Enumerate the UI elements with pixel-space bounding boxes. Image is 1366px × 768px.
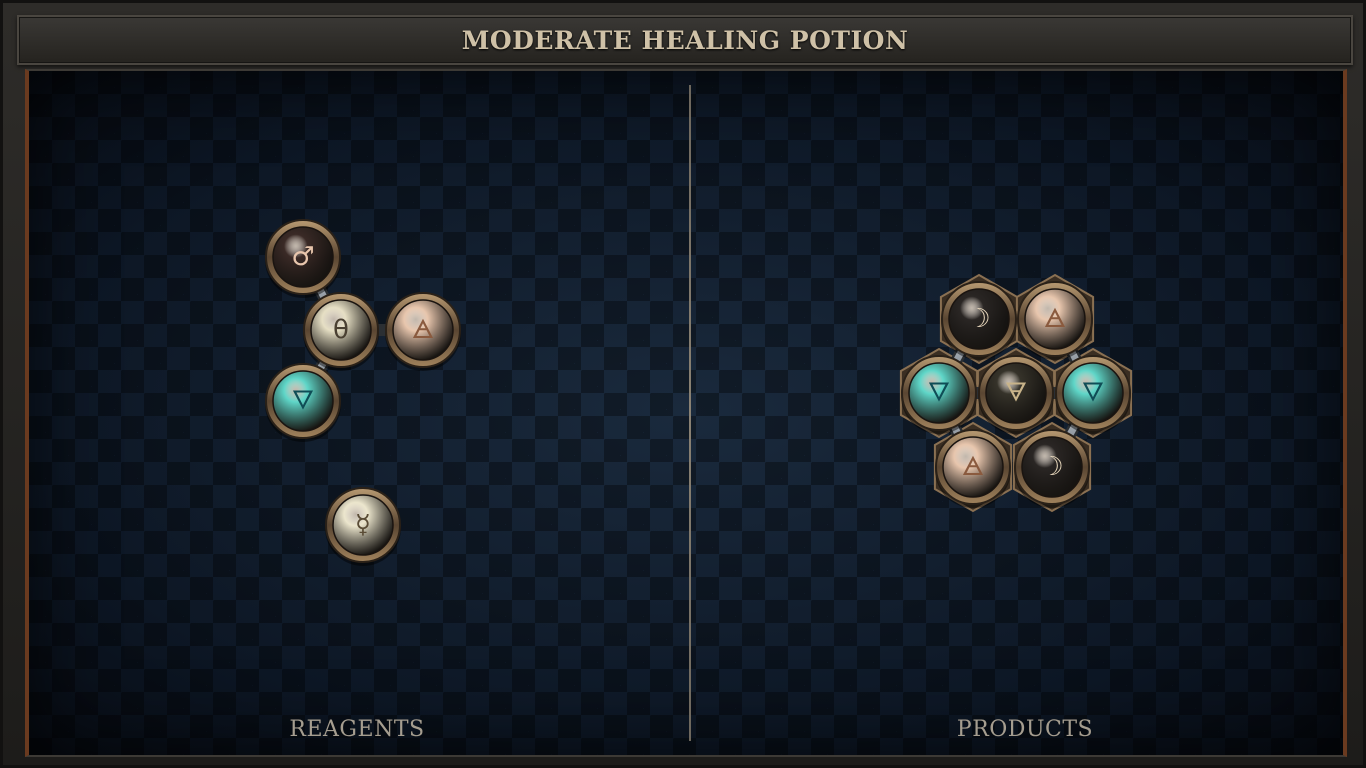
- title-bar: MODERATE HEALING POTION: [17, 15, 1353, 65]
- product-atom-air[interactable]: 🜁: [935, 429, 1011, 508]
- product-atom-silver[interactable]: ☽: [1014, 429, 1090, 508]
- air-symbol-icon: 🜁: [1044, 304, 1067, 334]
- reagent-atom-salt[interactable]: θ: [303, 292, 379, 371]
- silver-symbol-icon: ☽: [1040, 452, 1063, 482]
- product-atom-water[interactable]: 🜄: [1055, 355, 1131, 434]
- product-atom-earth[interactable]: 🜃: [978, 355, 1054, 434]
- product-atom-water[interactable]: 🜄: [901, 355, 977, 434]
- quicksilver-symbol-icon: ☿: [355, 510, 371, 540]
- water-symbol-icon: 🜄: [928, 378, 951, 408]
- recipe-panel: ♂ θ 🜁 🜄 ☿ ☽ 🜁 🜄 🜃 🜄 🜁 ☽ REAGENTS PRODUCTS: [25, 69, 1347, 757]
- molecule-canvas: ♂ θ 🜁 🜄 ☿ ☽ 🜁 🜄 🜃 🜄 🜁 ☽: [265, 219, 1133, 566]
- reagent-atom-air[interactable]: 🜁: [385, 292, 461, 371]
- earth-symbol-icon: 🜃: [1005, 378, 1028, 408]
- silver-symbol-icon: ☽: [967, 304, 990, 334]
- water-symbol-icon: 🜄: [292, 386, 315, 416]
- air-symbol-icon: 🜁: [412, 315, 435, 345]
- window-frame: MODERATE HEALING POTION ♂ θ 🜁 🜄 ☿ ☽ 🜁 🜄 🜃 🜄 🜁 ☽ REA…: [0, 0, 1366, 768]
- product-atom-silver[interactable]: ☽: [941, 281, 1017, 360]
- salt-symbol-icon: θ: [333, 315, 349, 345]
- recipe-title: MODERATE HEALING POTION: [461, 25, 909, 55]
- products-label: PRODUCTS: [956, 717, 1094, 742]
- iron-symbol-icon: ♂: [291, 242, 314, 272]
- water-symbol-icon: 🜄: [1082, 378, 1105, 408]
- reagent-atom-quicksilver[interactable]: ☿: [325, 487, 401, 566]
- reagents-label: REAGENTS: [289, 717, 425, 742]
- product-atom-air[interactable]: 🜁: [1017, 281, 1093, 360]
- reagent-atom-water[interactable]: 🜄: [265, 363, 341, 442]
- reagent-atom-iron[interactable]: ♂: [265, 219, 341, 298]
- air-symbol-icon: 🜁: [962, 452, 985, 482]
